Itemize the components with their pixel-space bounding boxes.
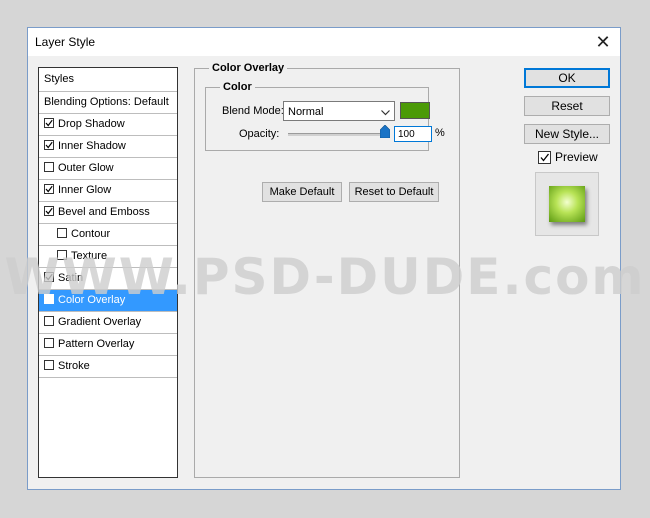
effect-checkbox[interactable] [44,118,54,128]
effect-label: Pattern Overlay [58,338,135,350]
effect-item-pattern-overlay[interactable]: Pattern Overlay [39,334,177,356]
preview-swatch [549,186,585,222]
close-icon[interactable]: ✕ [592,31,614,53]
chevron-down-icon [381,107,390,119]
preview-checkbox[interactable] [538,151,551,164]
effect-checkbox[interactable] [44,140,54,150]
effect-item-outer-glow[interactable]: Outer Glow [39,158,177,180]
effect-checkbox[interactable] [57,250,67,260]
opacity-label: Opacity: [239,128,280,140]
effect-label: Bevel and Emboss [58,206,150,218]
effect-label: Gradient Overlay [58,316,142,328]
effect-label: Stroke [58,360,90,372]
make-default-button[interactable]: Make Default [262,182,342,202]
window-title: Layer Style [35,35,96,49]
styles-list: Styles Blending Options: Default Drop Sh… [38,67,178,478]
overlay-color-swatch[interactable] [400,102,430,119]
blending-options-item[interactable]: Blending Options: Default [39,92,177,114]
effect-checkbox[interactable] [44,316,54,326]
effect-checkbox[interactable] [44,338,54,348]
effect-item-satin[interactable]: Satin [39,268,177,290]
effect-checkbox[interactable] [57,228,67,238]
blend-mode-select[interactable]: Normal [283,101,395,121]
effect-item-inner-shadow[interactable]: Inner Shadow [39,136,177,158]
effect-label: Inner Shadow [58,140,126,152]
effect-checkbox[interactable] [44,206,54,216]
effect-item-inner-glow[interactable]: Inner Glow [39,180,177,202]
preview-toggle[interactable]: Preview [538,150,618,166]
preview-label: Preview [555,150,598,164]
title-bar: Layer Style ✕ [28,28,620,56]
effect-label: Outer Glow [58,162,114,174]
blend-mode-label: Blend Mode: [222,105,284,117]
effect-item-bevel-and-emboss[interactable]: Bevel and Emboss [39,202,177,224]
blend-mode-value: Normal [288,106,324,118]
effect-item-stroke[interactable]: Stroke [39,356,177,378]
effect-checkbox[interactable] [44,184,54,194]
effect-label: Texture [71,250,108,262]
opacity-unit: % [435,127,445,139]
layer-style-dialog: Layer Style ✕ Styles Blending Options: D… [27,27,621,490]
section-title: Color Overlay [209,62,288,74]
ok-button[interactable]: OK [524,68,610,88]
effect-label: Satin [58,272,84,284]
effect-checkbox[interactable] [44,294,54,304]
styles-header-label: Styles [44,73,74,85]
effect-label: Drop Shadow [58,118,125,130]
style-preview [535,172,599,236]
effect-checkbox[interactable] [44,272,54,282]
styles-header[interactable]: Styles [39,68,177,92]
blending-options-label: Blending Options: Default [44,96,169,108]
opacity-slider-thumb[interactable] [379,124,391,141]
color-group-title: Color [220,81,255,93]
effect-item-gradient-overlay[interactable]: Gradient Overlay [39,312,177,334]
opacity-input[interactable]: 100 [394,126,432,142]
effect-label: Color Overlay [58,294,126,306]
effect-item-texture[interactable]: Texture [39,246,177,268]
new-style-button[interactable]: New Style... [524,124,610,144]
opacity-value: 100 [398,129,415,140]
effect-item-color-overlay[interactable]: Color Overlay [39,290,177,312]
effect-checkbox[interactable] [44,162,54,172]
effect-label: Inner Glow [58,184,112,196]
effect-checkbox[interactable] [44,360,54,370]
effect-item-contour[interactable]: Contour [39,224,177,246]
reset-to-default-button[interactable]: Reset to Default [349,182,439,202]
opacity-slider-track[interactable] [288,133,388,136]
effect-item-drop-shadow[interactable]: Drop Shadow [39,114,177,136]
reset-button[interactable]: Reset [524,96,610,116]
color-overlay-panel: Color Overlay Color Blend Mode: Normal O… [194,62,460,478]
color-group: Color Blend Mode: Normal Opacity: 100 % [205,81,445,151]
effect-label: Contour [71,228,111,240]
